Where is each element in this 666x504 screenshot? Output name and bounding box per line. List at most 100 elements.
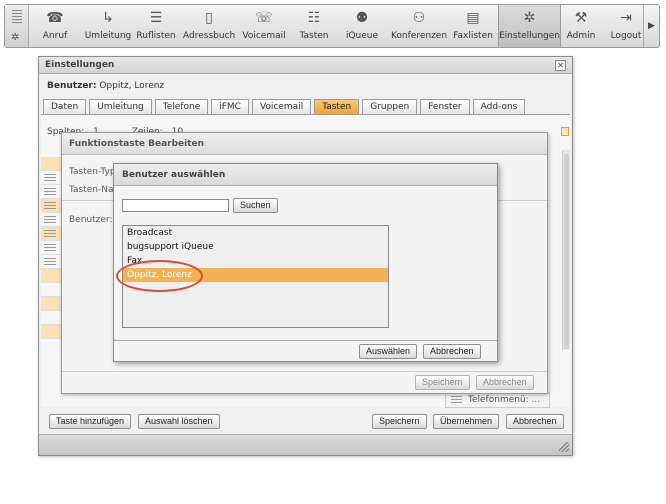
list-item[interactable]	[41, 157, 63, 171]
toolbar-faxlisten-button[interactable]: ▤ Faxlisten	[451, 5, 495, 47]
dialog-cancel-button[interactable]: Abbrechen	[476, 375, 534, 390]
list-item[interactable]	[41, 185, 63, 199]
toolbar-voicemail-button[interactable]: ☏ Voicemail	[238, 5, 290, 47]
list-item[interactable]	[41, 255, 63, 269]
vertical-scrollbar[interactable]	[562, 150, 570, 350]
list-item[interactable]	[41, 297, 63, 311]
current-user-line: Benutzer: Oppitz, Lorenz	[47, 81, 164, 91]
user-name: Oppitz, Lorenz	[99, 81, 165, 91]
benutzer-label: Benutzer:	[69, 215, 113, 225]
keys-icon: ☷	[307, 10, 321, 26]
tab-umleitung[interactable]: Umleitung	[89, 99, 152, 114]
drag-handle-icon	[44, 202, 56, 209]
list-item[interactable]	[41, 269, 63, 283]
tab-voicemail[interactable]: Voicemail	[251, 99, 312, 114]
toolbar-anruf-button[interactable]: ☎ Anruf	[31, 5, 79, 47]
save-button[interactable]: Speichern	[372, 414, 427, 429]
list-item[interactable]	[41, 325, 63, 339]
toolbar-logout-button[interactable]: ⇥ Logout	[604, 5, 648, 47]
admin-tools-icon: ⚒	[574, 10, 588, 26]
small-gear-icon[interactable]: ✲	[11, 32, 19, 43]
chevron-right-icon: ▶	[648, 21, 655, 31]
drag-handle-icon	[44, 174, 56, 181]
toolbar-button-label: Umleitung	[84, 31, 132, 41]
telefonmenu-key[interactable]: Telefonmenü: ...	[445, 392, 550, 408]
list-item[interactable]	[41, 227, 63, 241]
add-key-button[interactable]: Taste hinzufügen	[49, 414, 132, 429]
key-list	[41, 157, 63, 362]
resize-grip-icon[interactable]	[559, 442, 569, 452]
queue-icon: ⚉	[355, 10, 369, 26]
toolbar-admin-button[interactable]: ⚒ Admin	[561, 5, 601, 47]
tab-add-ons[interactable]: Add-ons	[472, 99, 526, 114]
tab-fenster[interactable]: Fenster	[420, 99, 470, 114]
user-dialog-cancel-button[interactable]: Abbrechen	[423, 344, 481, 359]
toolbar-scroll-right[interactable]: ▶	[643, 5, 659, 47]
select-button[interactable]: Auswählen	[359, 344, 418, 359]
fax-list-icon: ▤	[466, 10, 480, 26]
drag-handle-icon	[44, 244, 56, 251]
divider	[114, 340, 497, 341]
list-item[interactable]	[41, 283, 63, 297]
function-key-dialog-title: Funktionstaste Bearbeiten	[62, 133, 547, 155]
scrollbar-thumb[interactable]	[564, 154, 569, 349]
toolbar-iqueue-button[interactable]: ⚉ iQueue	[338, 5, 386, 47]
tab-daten[interactable]: Daten	[43, 99, 87, 114]
close-icon[interactable]: ✕	[555, 60, 566, 71]
toolbar-tasten-button[interactable]: ☷ Tasten	[293, 5, 335, 47]
drag-handle-icon	[44, 258, 56, 265]
settings-tabs: Daten Umleitung Telefone iFMC Voicemail Taste…	[43, 99, 528, 114]
toolbar-menu-handle[interactable]: ✲	[5, 5, 29, 47]
tab-ifmc[interactable]: iFMC	[211, 99, 249, 114]
user-list-item[interactable]: Broadcast	[123, 226, 388, 240]
toolbar-button-label: Konferenzen	[390, 31, 448, 41]
drag-handle-icon	[44, 188, 56, 195]
info-icon[interactable]	[561, 127, 569, 136]
dialog-save-button[interactable]: Speichern	[415, 375, 470, 390]
search-input[interactable]	[122, 199, 229, 212]
toolbar-button-label: Einstellungen	[499, 31, 561, 41]
key-type-label: Tasten-Typ	[69, 167, 116, 177]
toolbar-button-label: Anruf	[42, 31, 68, 41]
logout-icon: ⇥	[620, 10, 632, 26]
user-label: Benutzer:	[47, 81, 97, 91]
redirect-icon: ↳	[102, 10, 114, 26]
toolbar-button-label: Logout	[610, 31, 642, 41]
settings-status-bar	[38, 434, 573, 456]
toolbar-konferenzen-button[interactable]: ⚇ Konferenzen	[390, 5, 448, 47]
clear-selection-button[interactable]: Auswahl löschen	[138, 414, 220, 429]
toolbar-button-label: Voicemail	[242, 31, 286, 41]
list-item[interactable]	[41, 171, 63, 185]
call-list-icon: ☰	[149, 10, 163, 26]
toolbar-button-label: Ruflisten	[136, 31, 176, 41]
user-list-item[interactable]: bugsupport iQueue	[123, 240, 388, 254]
list-item[interactable]	[41, 213, 63, 227]
settings-window-title: Einstellungen	[39, 57, 572, 74]
cancel-button[interactable]: Abbrechen	[506, 414, 564, 429]
toolbar-umleitung-button[interactable]: ↳ Umleitung	[83, 5, 133, 47]
list-item[interactable]	[41, 311, 63, 325]
grip-icon	[12, 10, 22, 24]
toolbar-button-label: Admin	[566, 31, 596, 41]
highlight-annotation-ring	[116, 260, 203, 292]
tab-tasten[interactable]: Tasten	[314, 99, 360, 114]
list-item[interactable]	[41, 241, 63, 255]
divider	[62, 371, 547, 372]
voicemail-icon: ☏	[255, 10, 273, 26]
search-button[interactable]: Suchen	[233, 198, 278, 213]
tab-gruppen[interactable]: Gruppen	[362, 99, 418, 114]
conference-icon: ⚇	[412, 10, 426, 26]
tab-telefone[interactable]: Telefone	[154, 99, 209, 114]
toolbar-button-label: Tasten	[299, 31, 329, 41]
list-item[interactable]	[41, 199, 63, 213]
address-book-icon: ▯	[205, 10, 213, 26]
toolbar-button-label: Faxlisten	[453, 31, 493, 41]
main-toolbar: ✲ ☎ Anruf ↳ Umleitung ☰ Ruflisten ▯ Adressbuch ☏…	[4, 4, 660, 48]
user-select-dialog-title: Benutzer auswählen	[114, 164, 497, 186]
toolbar-ruflisten-button[interactable]: ☰ Ruflisten	[133, 5, 179, 47]
drag-handle-icon	[44, 216, 56, 223]
apply-button[interactable]: Übernehmen	[433, 414, 500, 429]
toolbar-einstellungen-button[interactable]: ✲ Einstellungen	[498, 5, 561, 47]
toolbar-adressbuch-button[interactable]: ▯ Adressbuch	[183, 5, 235, 47]
drag-handle-icon	[451, 396, 462, 404]
